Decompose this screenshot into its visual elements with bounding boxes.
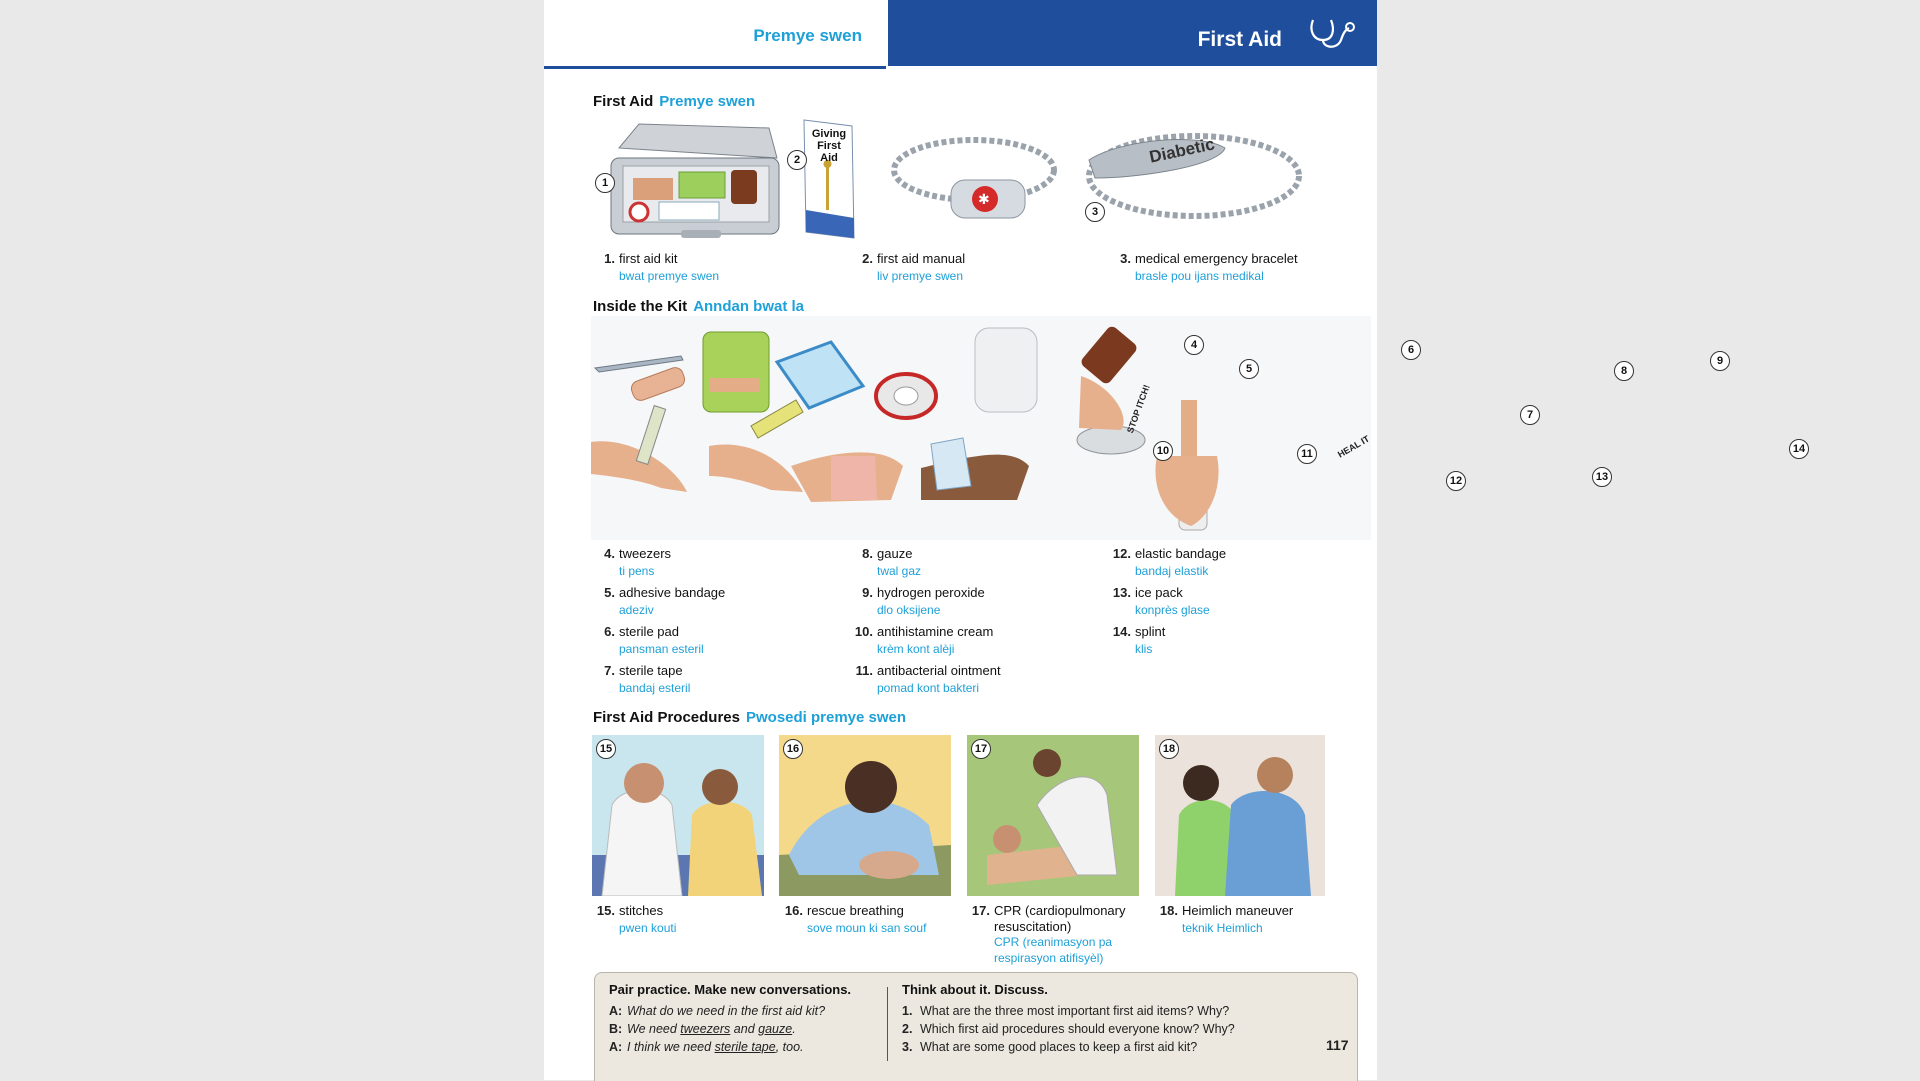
practice-box: Pair practice. Make new conversations. A… (594, 972, 1358, 1081)
svg-text:✱: ✱ (978, 192, 990, 208)
badge-18: 18 (1159, 739, 1179, 759)
first-aid-kit-image (610, 123, 780, 238)
badge-10: 10 (1153, 441, 1173, 461)
badge-6: 6 (1401, 340, 1421, 360)
section-title-first-aid: First Aid Premye swen (593, 93, 756, 110)
divider (887, 987, 888, 1061)
header-left-title: Premye swen (753, 26, 862, 45)
pair-practice-heading: Pair practice. Make new conversations. (609, 982, 852, 997)
manual-cover-text: Giving First Aid (811, 128, 847, 164)
badge-8: 8 (1614, 361, 1634, 381)
section-title-inside-kit: Inside the Kit Anndan bwat la (593, 298, 805, 315)
header-right-band: First Aid (888, 0, 1377, 66)
badge-15: 15 (596, 739, 616, 759)
badge-9: 9 (1710, 351, 1730, 371)
cpr-image (967, 735, 1139, 896)
stethoscope-icon (1310, 19, 1355, 48)
badge-11: 11 (1297, 444, 1317, 464)
discuss-heading: Think about it. Discuss. (902, 982, 1048, 997)
badge-4: 4 (1184, 335, 1204, 355)
discussion-question: 1. What are the three most important firs… (902, 1004, 1230, 1018)
discussion-question: 2. Which first aid procedures should ever… (902, 1022, 1235, 1036)
badge-17: 17 (971, 739, 991, 759)
badge-1: 1 (595, 173, 615, 193)
badge-3: 3 (1085, 202, 1105, 222)
badge-13: 13 (1592, 467, 1612, 487)
stitches-image (592, 735, 764, 896)
dialog-line: A: I think we need sterile tape, too. (609, 1040, 804, 1054)
header-left-band: Premye swen (544, 0, 886, 69)
badge-5: 5 (1239, 359, 1259, 379)
page-number: 117 (1326, 1037, 1349, 1053)
dialog-line: A: What do we need in the first aid kit? (609, 1004, 826, 1018)
discussion-question: 3. What are some good places to keep a fi… (902, 1040, 1198, 1054)
badge-14: 14 (1789, 439, 1809, 459)
rescue-breathing-image (779, 735, 951, 896)
textbook-page: Premye swen First Aid First Aid Premye sw… (544, 0, 1809, 1081)
dialog-line: B: We need tweezers and gauze. (609, 1022, 796, 1036)
section-title-procedures: First Aid Procedures Pwosedi premye swen (593, 709, 907, 726)
badge-16: 16 (783, 739, 803, 759)
heimlich-maneuver-image (1155, 735, 1325, 896)
header-right-title: First Aid (1197, 28, 1282, 51)
badge-7: 7 (1520, 405, 1540, 425)
badge-2: 2 (787, 150, 807, 170)
kit-contents-illustration (591, 316, 1371, 540)
badge-12: 12 (1446, 471, 1466, 491)
